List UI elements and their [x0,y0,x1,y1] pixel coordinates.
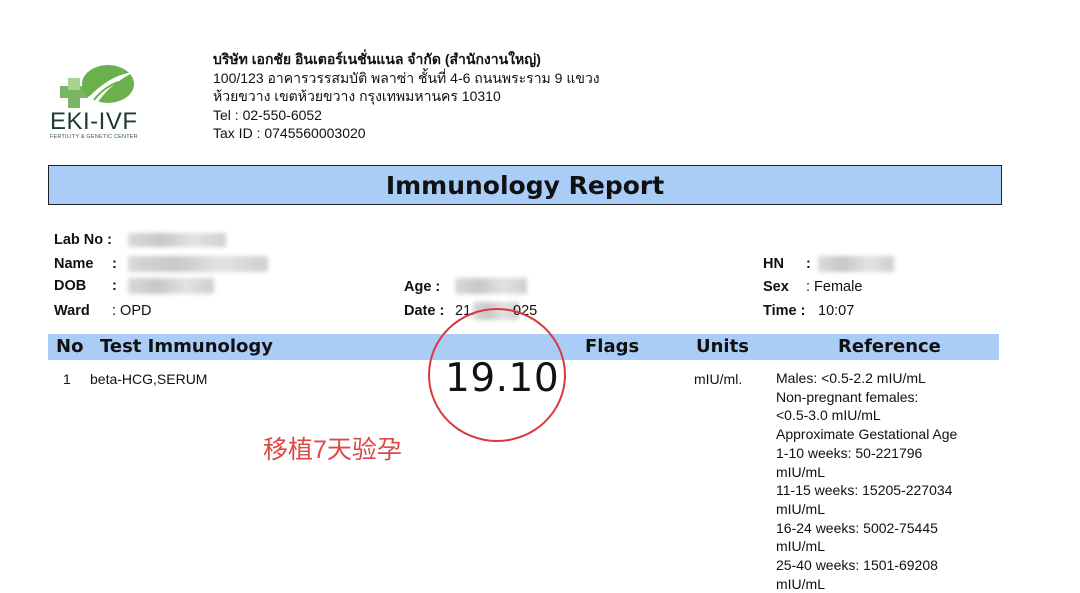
row-units: mIU/ml. [694,371,743,387]
time-label: Time : [763,303,806,319]
col-test: Test Immunology [100,336,274,357]
col-units: Units [696,336,749,357]
company-address-line2: ห้วยขวาง เขตห้วยขวาง กรุงเทพมหานคร 10310 [213,88,501,104]
company-tel: Tel : 02-550-6052 [213,106,322,123]
name-redacted [128,256,268,272]
row-no: 1 [63,371,71,387]
dob-redacted [128,278,214,294]
reference-line: <0.5-3.0 mIU/mL [776,407,881,424]
lab-no-redacted [128,233,226,247]
row-reference: Males: <0.5-2.2 mIU/mL Non-pregnant fema… [776,369,1006,593]
company-info: บริษัท เอกชัย อินเตอร์เนชั่นแนล จำกัด (ส… [213,50,600,143]
company-tax-id: Tax ID : 0745560003020 [213,125,366,141]
reference-line: 25-40 weeks: 1501-69208 [776,557,938,574]
name-colon: : [112,256,117,272]
lab-no-label: Lab No : [54,232,112,248]
hn-label: HN [763,256,784,272]
reference-line: mIU/mL [776,575,825,592]
age-label: Age : [404,279,441,295]
time-value: 10:07 [818,303,855,319]
report-title-bar: Immunology Report [48,165,1002,205]
reference-line: Males: <0.5-2.2 mIU/mL [776,370,926,386]
eki-ivf-logo: EKI-IVF FERTILITY & GENETIC CENTER [48,60,170,142]
row-test-name: beta-HCG,SERUM [90,371,208,387]
handwritten-annotation: 移植7天验孕 [263,436,402,464]
report-title: Immunology Report [385,170,665,200]
reference-line: mIU/mL [776,500,825,517]
reference-line: mIU/mL [776,538,825,555]
company-address-line1: 100/123 อาคารวรรสมบัติ พลาซ่า ชั้นที่ 4-… [213,69,600,86]
ward-label: Ward [54,303,90,319]
logo-wordmark: EKI-IVF [50,108,138,135]
sex-value: : Female [806,279,863,295]
dob-colon: : [112,278,117,294]
reference-line: Non-pregnant females: [776,388,919,405]
name-label: Name [54,256,94,272]
reference-line: 16-24 weeks: 5002-75445 [776,519,938,536]
date-label: Date : [404,303,445,319]
reference-line: 1-10 weeks: 50-221796 [776,444,923,461]
hn-redacted [818,256,894,272]
ward-value: : OPD [112,303,152,319]
reference-line: 11-15 weeks: 15205-227034 [776,482,953,499]
logo-subtitle: FERTILITY & GENETIC CENTER [50,134,138,140]
sex-label: Sex [763,279,789,295]
col-no: No [56,336,84,357]
highlight-circle [428,308,566,442]
age-redacted [455,278,527,294]
col-reference: Reference [838,336,941,357]
logo-mark-icon [60,65,134,108]
company-name: บริษัท เอกชัย อินเตอร์เนชั่นแนล จำกัด (ส… [213,51,541,67]
col-flags: Flags [585,336,640,357]
hn-colon: : [806,256,811,272]
reference-line: Approximate Gestational Age [776,426,958,443]
reference-line: mIU/mL [776,463,825,480]
dob-label: DOB [54,278,87,294]
